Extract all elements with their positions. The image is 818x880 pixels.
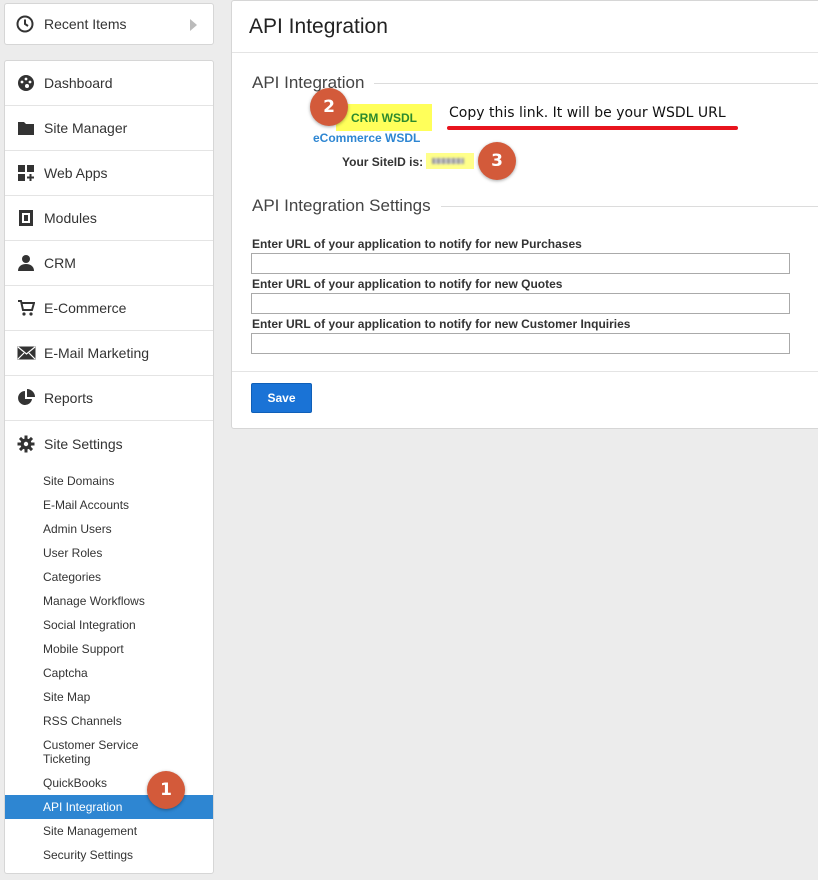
subnav-site-map[interactable]: Site Map <box>5 685 213 709</box>
recent-items-label: Recent Items <box>44 16 127 32</box>
sidebar-item-label: Dashboard <box>44 75 113 91</box>
sidebar-item-site-manager[interactable]: Site Manager <box>5 106 213 151</box>
api-integration-panel: API Integration API Integration CRM WSDL… <box>231 0 818 429</box>
cart-icon <box>16 298 36 318</box>
siteid-label: Your SiteID is: <box>342 155 424 169</box>
sidebar-item-label: Reports <box>44 390 94 406</box>
subnav-mobile-support[interactable]: Mobile Support <box>5 637 213 661</box>
quotes-url-input[interactable] <box>251 293 790 314</box>
save-button[interactable]: Save <box>251 383 312 413</box>
dashboard-icon <box>16 73 36 93</box>
sidebar-item-e-commerce[interactable]: E-Commerce <box>5 286 213 331</box>
siteid-value-redacted <box>426 153 474 169</box>
subnav-categories[interactable]: Categories <box>5 565 213 589</box>
sidebar-item-label: CRM <box>44 255 76 271</box>
sidebar-item-label: E-Mail Marketing <box>44 345 150 361</box>
folder-icon <box>16 118 36 138</box>
recent-items-button[interactable]: Recent Items <box>4 3 214 45</box>
sidebar-item-dashboard[interactable]: Dashboard <box>5 61 213 106</box>
section-divider <box>374 82 818 84</box>
modules-icon <box>16 208 36 228</box>
quotes-url-label: Enter URL of your application to notify … <box>252 277 563 291</box>
clock-icon <box>16 14 36 34</box>
section-heading-api-integration-settings: API Integration Settings <box>252 196 818 216</box>
step-badge-2: 2 <box>310 88 348 126</box>
sidebar-item-label: Site Manager <box>44 120 128 136</box>
section-divider <box>440 205 818 207</box>
chevron-right-icon <box>190 19 197 31</box>
sidebar-item-label: Web Apps <box>44 165 108 181</box>
subnav-rss-channels[interactable]: RSS Channels <box>5 709 213 733</box>
redacted-blur <box>432 158 464 164</box>
subnav-manage-workflows[interactable]: Manage Workflows <box>5 589 213 613</box>
purchases-url-label: Enter URL of your application to notify … <box>252 237 582 251</box>
subnav-security-settings[interactable]: Security Settings <box>5 843 213 867</box>
sidebar-item-web-apps[interactable]: Web Apps <box>5 151 213 196</box>
subnav-e-mail-accounts[interactable]: E-Mail Accounts <box>5 493 213 517</box>
step-badge-1: 1 <box>147 771 185 809</box>
site-settings-subnav: Site Domains E-Mail Accounts Admin Users… <box>5 466 213 867</box>
sidebar-item-reports[interactable]: Reports <box>5 376 213 421</box>
web-apps-icon <box>16 163 36 183</box>
subnav-captcha[interactable]: Captcha <box>5 661 213 685</box>
sidebar-item-crm[interactable]: CRM <box>5 241 213 286</box>
user-icon <box>16 253 36 273</box>
panel-footer-divider <box>232 371 818 372</box>
pie-chart-icon <box>16 388 36 408</box>
sidebar-item-label: E-Commerce <box>44 300 127 316</box>
crm-wsdl-link[interactable]: CRM WSDL <box>336 104 432 131</box>
sidebar-item-site-settings[interactable]: Site Settings <box>5 421 213 466</box>
inquiries-url-input[interactable] <box>251 333 790 354</box>
subnav-customer-service-ticketing[interactable]: Customer Service Ticketing <box>5 733 145 771</box>
sidebar-item-modules[interactable]: Modules <box>5 196 213 241</box>
subnav-site-management[interactable]: Site Management <box>5 819 213 843</box>
subnav-user-roles[interactable]: User Roles <box>5 541 213 565</box>
section-heading-label: API Integration <box>252 73 365 92</box>
sidebar-item-e-mail-marketing[interactable]: E-Mail Marketing <box>5 331 213 376</box>
sidebar-nav: Dashboard Site Manager Web Apps Modules … <box>4 60 214 874</box>
inquiries-url-label: Enter URL of your application to notify … <box>252 317 631 331</box>
sidebar-item-label: Site Settings <box>44 435 123 452</box>
purchases-url-input[interactable] <box>251 253 790 274</box>
section-heading-label: API Integration Settings <box>252 196 431 215</box>
step-badge-3: 3 <box>478 142 516 180</box>
subnav-admin-users[interactable]: Admin Users <box>5 517 213 541</box>
envelope-icon <box>16 343 36 363</box>
page-title: API Integration <box>232 1 818 53</box>
subnav-social-integration[interactable]: Social Integration <box>5 613 213 637</box>
annotation-note: Copy this link. It will be your WSDL URL <box>449 105 726 121</box>
gear-icon <box>16 434 36 454</box>
annotation-underline <box>447 126 738 130</box>
ecommerce-wsdl-link[interactable]: eCommerce WSDL <box>313 131 420 145</box>
sidebar-item-label: Modules <box>44 210 97 226</box>
subnav-site-domains[interactable]: Site Domains <box>5 469 213 493</box>
